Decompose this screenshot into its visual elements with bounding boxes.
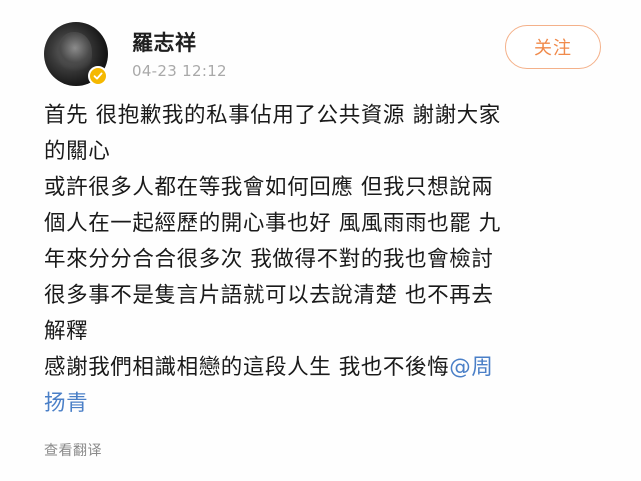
- author-name[interactable]: 羅志祥: [132, 27, 197, 57]
- content-line: 首先 很抱歉我的私事佔用了公共資源 謝謝大家: [44, 103, 501, 128]
- checkmark-icon: [93, 72, 103, 80]
- content-line: 的關心: [44, 139, 111, 164]
- verified-badge-icon: [88, 66, 108, 86]
- content-line-with-mention: 感謝我們相識相戀的這段人生 我也不後悔@周: [44, 350, 610, 386]
- weibo-post: 羅志祥 04-23 12:12 关注 首先 很抱歉我的私事佔用了公共資源 謝謝大…: [0, 0, 641, 481]
- mention-link[interactable]: @周: [449, 355, 493, 380]
- content-line: 扬青: [44, 386, 610, 422]
- content-line: 很多事不是隻言片語就可以去說清楚 也不再去: [44, 283, 494, 308]
- view-translation-link[interactable]: 查看翻译: [44, 440, 102, 460]
- avatar-photo: [58, 32, 92, 72]
- content-line: 感謝我們相識相戀的這段人生 我也不後悔: [44, 355, 450, 380]
- mention-link-continued[interactable]: 扬青: [44, 391, 88, 416]
- post-timestamp: 04-23 12:12: [132, 62, 227, 80]
- content-line: 年來分分合合很多次 我做得不對的我也會檢討: [44, 247, 494, 272]
- content-line: 解釋: [44, 319, 89, 344]
- post-content: 首先 很抱歉我的私事佔用了公共資源 謝謝大家 的關心 或許很多人都在等我會如何回…: [44, 98, 610, 422]
- content-line: 或許很多人都在等我會如何回應 但我只想說兩: [44, 175, 494, 200]
- follow-button[interactable]: 关注: [505, 25, 601, 69]
- content-line: 個人在一起經歷的開心事也好 風風雨雨也罷 九: [44, 211, 501, 236]
